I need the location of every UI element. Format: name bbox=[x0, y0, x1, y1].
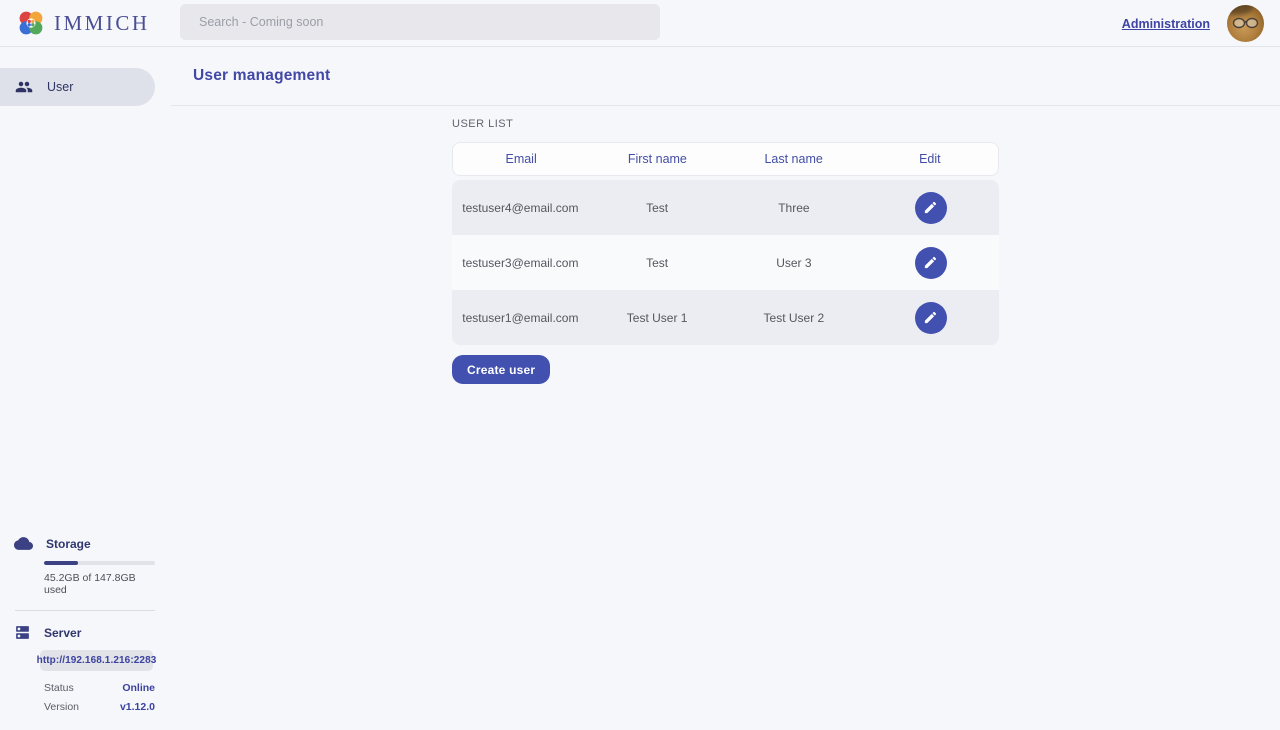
edit-user-button[interactable] bbox=[915, 192, 947, 224]
search-input[interactable] bbox=[180, 4, 660, 40]
immich-flower-icon bbox=[17, 9, 45, 37]
table-row: testuser4@email.com Test Three bbox=[452, 180, 999, 235]
storage-progress-fill bbox=[44, 561, 78, 565]
sidebar-item-label: User bbox=[47, 80, 73, 94]
table-row: testuser1@email.com Test User 1 Test Use… bbox=[452, 290, 999, 345]
server-version-row: Version v1.12.0 bbox=[44, 701, 155, 713]
version-value: v1.12.0 bbox=[120, 701, 155, 713]
user-table: testuser4@email.com Test Three testuser3… bbox=[452, 180, 999, 345]
edit-pencil-icon bbox=[923, 200, 938, 215]
cell-email: testuser4@email.com bbox=[452, 201, 589, 215]
user-list-label: USER LIST bbox=[452, 118, 999, 130]
glasses-photo-detail bbox=[1232, 17, 1259, 29]
status-value: Online bbox=[122, 682, 155, 694]
storage-usage-text: 45.2GB of 147.8GB used bbox=[44, 572, 155, 596]
edit-user-button[interactable] bbox=[915, 302, 947, 334]
app-header: IMMICH Administration bbox=[0, 0, 1280, 47]
sidebar-divider bbox=[15, 610, 155, 611]
title-bar: User management bbox=[171, 47, 1280, 106]
cell-last-name: User 3 bbox=[726, 256, 863, 270]
user-avatar[interactable] bbox=[1227, 5, 1264, 42]
server-title: Server bbox=[44, 626, 81, 640]
column-header-edit: Edit bbox=[862, 152, 998, 166]
sidebar: User Storage 45.2GB of 147.8GB used Serv… bbox=[0, 47, 155, 730]
cloud-icon bbox=[14, 534, 33, 553]
brand-logo[interactable]: IMMICH bbox=[0, 9, 180, 37]
server-status-row: Status Online bbox=[44, 682, 155, 694]
cell-email: testuser3@email.com bbox=[452, 256, 589, 270]
version-label: Version bbox=[44, 701, 79, 713]
edit-pencil-icon bbox=[923, 255, 938, 270]
storage-progress-bar bbox=[44, 561, 155, 565]
storage-title: Storage bbox=[46, 537, 91, 551]
cell-first-name: Test bbox=[589, 256, 726, 270]
sidebar-footer: Storage 45.2GB of 147.8GB used Server ht… bbox=[0, 534, 155, 713]
administration-link[interactable]: Administration bbox=[1122, 17, 1210, 31]
status-label: Status bbox=[44, 682, 74, 694]
cell-last-name: Test User 2 bbox=[726, 311, 863, 325]
column-header-first-name: First name bbox=[589, 152, 725, 166]
cell-last-name: Three bbox=[726, 201, 863, 215]
cell-email: testuser1@email.com bbox=[452, 311, 589, 325]
sidebar-item-user[interactable]: User bbox=[0, 68, 155, 106]
users-icon bbox=[15, 78, 33, 96]
main-content: User management USER LIST Email First na… bbox=[171, 47, 1280, 730]
table-row: testuser3@email.com Test User 3 bbox=[452, 235, 999, 290]
storage-section-header: Storage bbox=[0, 534, 155, 553]
edit-pencil-icon bbox=[923, 310, 938, 325]
create-user-button[interactable]: Create user bbox=[452, 355, 550, 384]
server-url: http://192.168.1.216:2283 bbox=[40, 650, 153, 671]
cell-first-name: Test User 1 bbox=[589, 311, 726, 325]
table-header: Email First name Last name Edit bbox=[452, 142, 999, 176]
edit-user-button[interactable] bbox=[915, 247, 947, 279]
column-header-email: Email bbox=[453, 152, 589, 166]
server-section-header: Server bbox=[0, 624, 155, 641]
brand-wordmark: IMMICH bbox=[54, 11, 150, 36]
page-title: User management bbox=[193, 67, 330, 85]
cell-first-name: Test bbox=[589, 201, 726, 215]
column-header-last-name: Last name bbox=[726, 152, 862, 166]
server-icon bbox=[14, 624, 31, 641]
